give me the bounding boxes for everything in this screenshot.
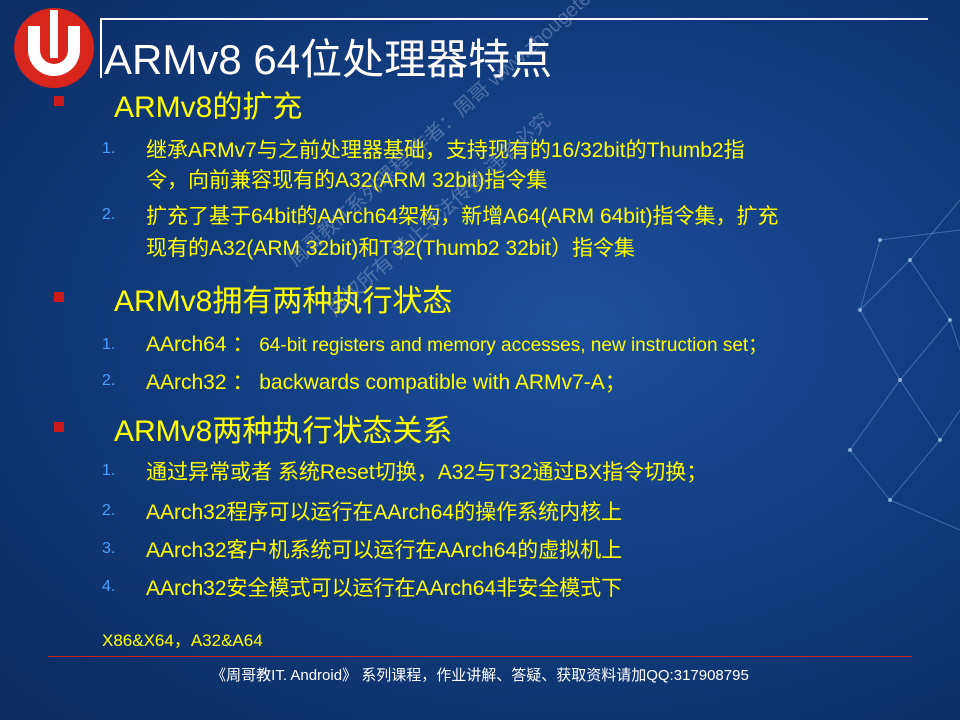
title-rule (100, 18, 928, 20)
item-number: 3. (102, 540, 116, 557)
list-item-line: 现有的A32(ARM 32bit)和T32(Thumb2 32bit）指令集 (146, 237, 635, 260)
list-item-line: 继承ARMv7与之前处理器基础，支持现有的16/32bit的Thumb2指 (146, 139, 745, 162)
section-bullet (54, 422, 64, 432)
list-item-line: 扩充了基于64bit的AArch64架构，新增A64(ARM 64bit)指令集… (146, 205, 779, 228)
item-desc: backwards compatible with ARMv7-A； (259, 371, 626, 394)
item-number: 1. (102, 462, 116, 479)
footer-rule (48, 656, 912, 657)
footer-text: 《周哥教IT. Android》 系列课程，作业讲解、答疑、获取资料请加QQ:3… (211, 667, 749, 684)
item-number: 4. (102, 578, 116, 595)
list-item: AArch32安全模式可以运行在AArch64非安全模式下 (146, 577, 623, 600)
list-item: AArch64 ： 64-bit registers and memory ac… (146, 328, 767, 358)
list-item: AArch32客户机系统可以运行在AArch64的虚拟机上 (146, 539, 623, 562)
item-label: AArch32 ： (146, 371, 254, 394)
list-item-line: 令，向前兼容现有的A32(ARM 32bit)指令集 (146, 169, 548, 192)
network-decoration (848, 199, 960, 531)
slide-title: ARMv8 64位处理器特点 (104, 36, 553, 83)
u-shape-logo-icon (14, 8, 94, 88)
section-heading-3: ARMv8两种执行状态关系 (114, 415, 453, 448)
list-item: 通过异常或者 系统Reset切换，A32与T32通过BX指令切换； (146, 461, 708, 484)
item-number: 2. (102, 502, 116, 519)
list-item: AArch32 ： backwards compatible with ARMv… (146, 366, 626, 396)
section-bullet (54, 96, 64, 106)
section-heading-1: ARMv8的扩充 (114, 91, 303, 124)
section-heading-2: ARMv8拥有两种执行状态 (114, 285, 453, 318)
title-rule-vertical (100, 18, 102, 78)
item-desc: 64-bit registers and memory accesses, ne… (259, 335, 768, 356)
list-item: AArch32程序可以运行在AArch64的操作系统内核上 (146, 501, 623, 524)
item-label: AArch64 ： (146, 333, 254, 356)
section-bullet (54, 292, 64, 302)
item-number: 1. (102, 140, 116, 157)
item-number: 2. (102, 206, 116, 223)
item-number: 2. (102, 372, 116, 389)
note-text: X86&X64，A32&A64 (102, 631, 263, 650)
item-number: 1. (102, 336, 116, 353)
